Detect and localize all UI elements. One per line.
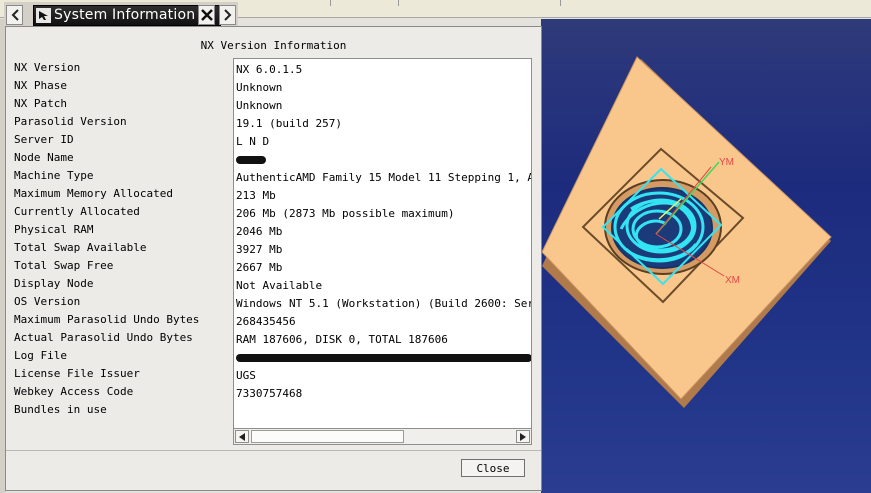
info-label: Bundles in use <box>14 403 107 416</box>
info-label: OS Version <box>14 295 81 308</box>
horizontal-scrollbar[interactable] <box>233 428 532 445</box>
scroll-right-button[interactable] <box>516 430 530 443</box>
dialog-title: System Information <box>54 7 196 23</box>
scrollbar-thumb[interactable] <box>251 430 404 443</box>
graphics-viewport[interactable]: YM XM <box>541 19 871 493</box>
info-label: Node Name <box>14 151 74 164</box>
info-label: Webkey Access Code <box>14 385 134 398</box>
forward-button[interactable] <box>219 5 236 25</box>
dialog-heading: NX Version Information <box>200 39 347 52</box>
info-value <box>236 152 531 170</box>
info-value: 2046 Mb <box>236 225 283 238</box>
info-values-panel[interactable]: NX 6.0.1.5 Unknown Unknown 19.1 (build 257)… <box>233 58 532 445</box>
info-labels-list: NX Version NX Phase NX Patch Parasolid Vers… <box>14 60 229 420</box>
chevron-right-icon <box>223 9 231 21</box>
info-value <box>236 350 531 368</box>
info-value: AuthenticAMD Family 15 Model 11 Stepping… <box>236 171 531 184</box>
info-value <box>236 404 531 422</box>
info-label: NX Phase <box>14 79 67 92</box>
close-button[interactable]: Close <box>461 459 525 477</box>
info-label: NX Patch <box>14 97 67 110</box>
info-value: NX 6.0.1.5 <box>236 63 303 76</box>
scroll-left-button[interactable] <box>235 430 249 443</box>
info-label: Parasolid Version <box>14 115 127 128</box>
dialog-title-bar: System Information <box>4 2 238 26</box>
info-label: Display Node <box>14 277 94 290</box>
info-label: Physical RAM <box>14 223 94 236</box>
info-value: 206 Mb (2873 Mb possible maximum) <box>236 207 455 220</box>
close-dialog-button[interactable] <box>198 5 215 25</box>
dialog-title-tab[interactable]: System Information <box>33 5 221 26</box>
info-value: 2667 Mb <box>236 261 283 274</box>
info-label: NX Version <box>14 61 81 74</box>
system-information-dialog: NX Version Information NX Version NX Phas… <box>5 26 542 491</box>
info-value: 3927 Mb <box>236 243 283 256</box>
info-label: Total Swap Free <box>14 259 114 272</box>
info-value: Unknown <box>236 99 283 112</box>
info-label: Maximum Memory Allocated <box>14 187 173 200</box>
info-value: 268435456 <box>236 315 296 328</box>
info-value: Not Available <box>236 279 323 292</box>
info-value: 19.1 (build 257) <box>236 117 342 130</box>
close-icon <box>200 9 213 21</box>
info-label: Currently Allocated <box>14 205 140 218</box>
arrow-cursor-icon <box>36 8 51 23</box>
info-label: Server ID <box>14 133 74 146</box>
info-label: License File Issuer <box>14 367 140 380</box>
axis-y-label: YM <box>719 157 734 168</box>
info-label: Machine Type <box>14 169 94 182</box>
info-label: Actual Parasolid Undo Bytes <box>14 331 193 344</box>
info-value: UGS <box>236 369 256 382</box>
info-label: Log File <box>14 349 67 362</box>
info-label: Total Swap Available <box>14 241 147 254</box>
info-values-list: NX 6.0.1.5 Unknown Unknown 19.1 (build 257)… <box>236 62 531 422</box>
cad-model-view: YM XM <box>541 56 832 408</box>
button-separator <box>6 450 541 451</box>
info-label: Maximum Parasolid Undo Bytes <box>14 313 200 326</box>
triangle-left-icon <box>239 432 245 441</box>
info-value: Windows NT 5.1 (Workstation) (Build 2600… <box>236 297 531 310</box>
info-value: 7330757468 <box>236 387 303 400</box>
chevron-left-icon <box>11 9 19 21</box>
redacted-scribble <box>236 156 266 164</box>
redacted-scribble <box>236 354 531 362</box>
info-value: RAM 187606, DISK 0, TOTAL 187606 <box>236 333 448 346</box>
back-button[interactable] <box>6 5 23 25</box>
info-value: 213 Mb <box>236 189 276 202</box>
triangle-right-icon <box>520 432 526 441</box>
info-value: L N D <box>236 135 270 148</box>
info-value: Unknown <box>236 81 283 94</box>
axis-x-label: XM <box>725 275 740 286</box>
